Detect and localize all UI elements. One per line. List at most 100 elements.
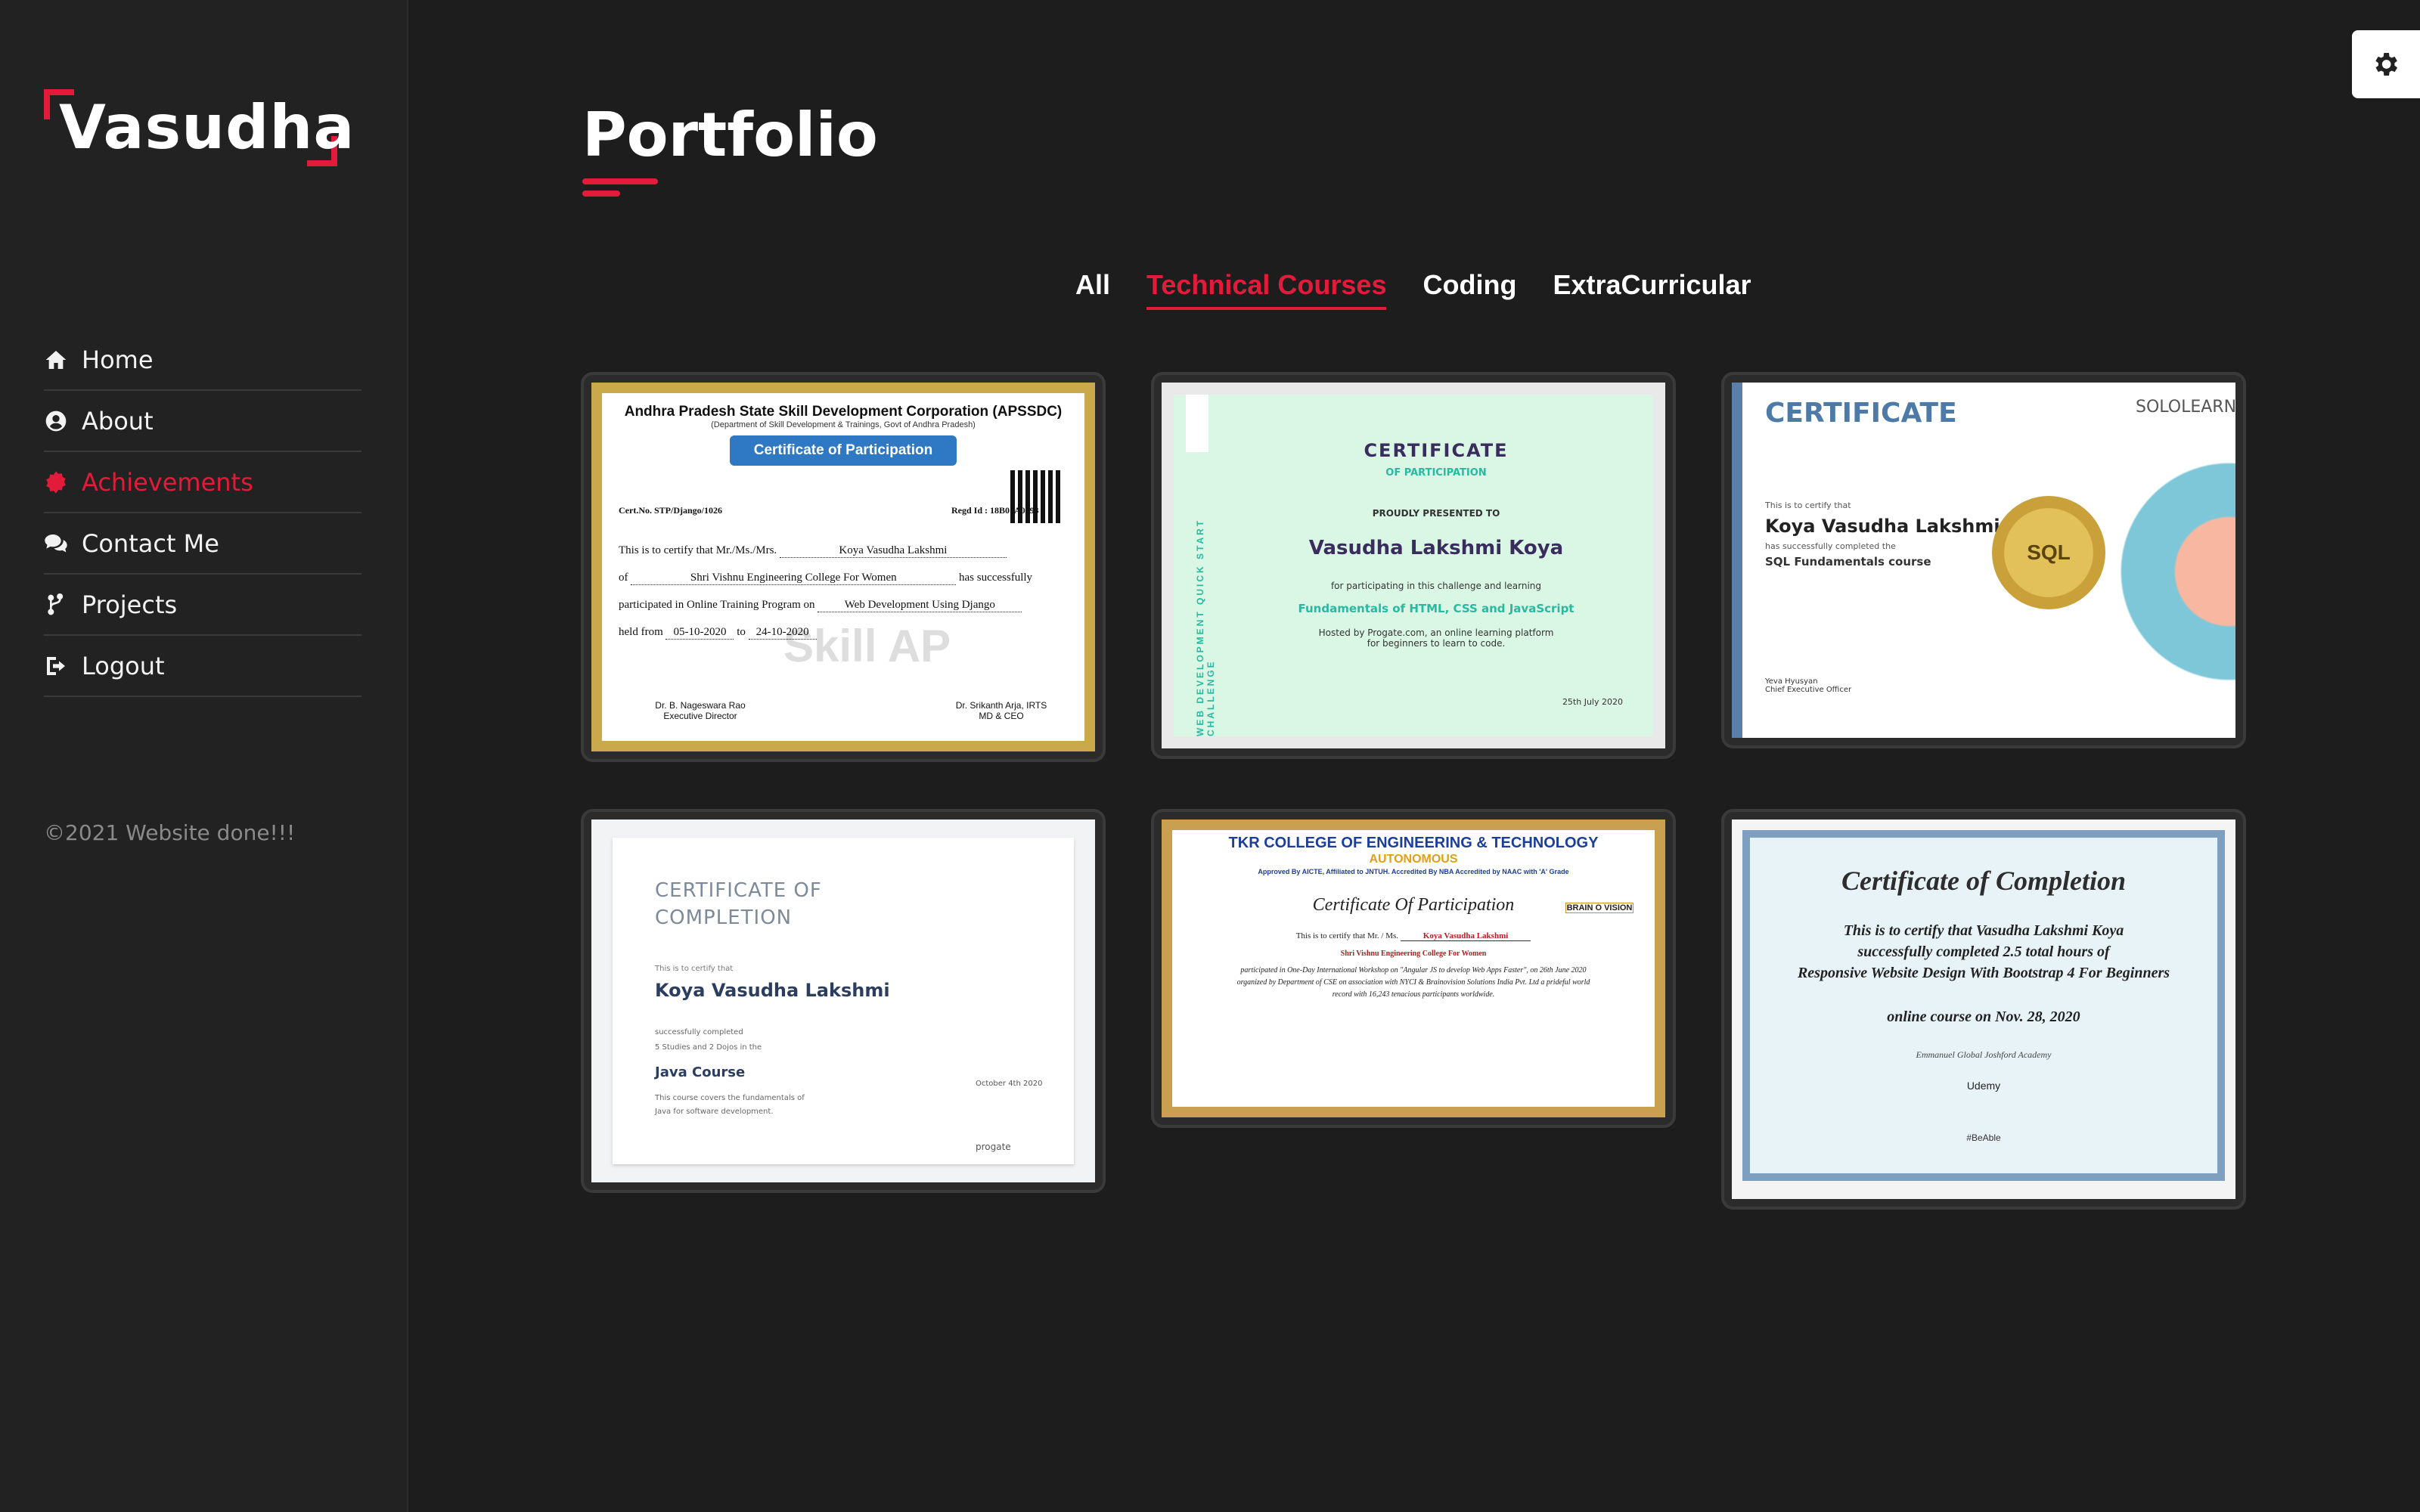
cert-date: 25th July 2020 [1562,697,1623,707]
nav-item-label: About [82,406,154,435]
cert-certify: This is to certify that Mr. / Ms. [1295,931,1399,940]
title-underline [582,178,658,184]
cert-course: Responsive Website Design With Bootstrap… [1797,965,2170,981]
portfolio-card[interactable]: CERTIFICATE SOLOLEARN This is to certify… [1721,372,2246,748]
cert-course: Fundamentals of HTML, CSS and JavaScript [1298,602,1575,615]
cert-signature-2: Dr. Srikanth Arja, IRTS MD & CEO [955,700,1047,721]
filter-technical-courses[interactable]: Technical Courses [1146,269,1387,310]
progate-logo-icon [1186,395,1208,452]
cert-line-1: This is to certify that Vasudha Lakshmi … [1843,922,2124,939]
cert-description: This course covers the fundamentals of J… [655,1094,805,1116]
cert-approved: Approved By AICTE, Affiliated to JNTUH. … [1258,868,1569,875]
udemy-logo-icon: Udemy [1966,1080,2001,1092]
sidebar-nav: Home About Achievements Contact Me Proje… [44,330,361,697]
cert-badge: #BeAble [1966,1132,2001,1143]
comments-icon [45,534,67,552]
cert-recipient-name: Vasudha Lakshmi Koya [1308,537,1564,559]
filter-all[interactable]: All [1075,269,1110,310]
certificate-udemy-bootstrap: Certificate of Completion This is to cer… [1732,820,2235,1199]
cert-hosted: Hosted by Progate.com, an online learnin… [1318,627,1554,649]
filter-coding[interactable]: Coding [1423,269,1516,310]
nav-item-projects[interactable]: Projects [44,575,361,636]
nav-item-logout[interactable]: Logout [44,636,361,697]
cert-line-prefix: of [619,572,628,584]
cert-date: October 4th 2020 [976,1080,1043,1088]
copyright-text: ©2021 Website done!!! [44,820,296,845]
sidebar: Vasudha Home About Achievements Contact … [0,0,408,1512]
cert-recipient-name: Koya Vasudha Lakshmi [779,544,1007,558]
code-branch-icon [48,593,64,615]
cert-date-to: 24-10-2020 [748,626,817,640]
cert-line-prefix: participated in Online Training Program … [619,599,815,611]
page-title: Portfolio [582,100,878,170]
certificate-apssdc: Andhra Pradesh State Skill Development C… [591,383,1095,751]
cert-autonomous: AUTONOMOUS [1369,853,1458,866]
cert-brand: progate [976,1142,1011,1152]
cert-line-3: online course on Nov. 28, 2020 [1887,1009,2080,1025]
cert-number: Cert.No. STP/Django/1026 [619,505,722,516]
certificate-progate-java: CERTIFICATE OF COMPLETION This is to cer… [591,820,1095,1182]
decorative-swirl [2113,435,2235,708]
cert-date-from: 05-10-2020 [666,626,734,640]
cert-completed: successfully completed 5 Studies and 2 D… [655,1028,762,1052]
cert-course: SQL Fundamentals course [1765,555,1931,569]
nav-item-label: Projects [82,590,178,619]
nav-item-label: Contact Me [82,528,219,558]
cert-brand: BRAIN O VISION [1565,903,1634,913]
portfolio-card[interactable]: TKR COLLEGE OF ENGINEERING & TECHNOLOGY … [1151,809,1676,1128]
cert-title: CERTIFICATE [1765,398,1957,429]
cert-line-2: successfully completed 2.5 total hours o… [1857,943,2110,960]
cert-certify: This is to certify that [1765,500,1851,510]
cert-title: Certificate of Participation [730,435,957,466]
sign-out-icon [47,656,65,675]
cert-title: CERTIFICATE [1364,440,1509,461]
home-icon [45,350,67,369]
nav-item-label: Achievements [82,467,253,497]
badge-icon [46,470,66,494]
nav-item-label: Home [82,345,154,374]
nav-item-contact[interactable]: Contact Me [44,513,361,575]
cert-from-college: Shri Vishnu Engineering College For Wome… [1340,950,1487,958]
nav-item-home[interactable]: Home [44,330,361,391]
cert-title: CERTIFICATE OF COMPLETION [655,879,822,929]
brand-name: Vasudha [59,92,355,163]
cert-signature-1: Dr. B. Nageswara Rao Executive Director [655,700,746,721]
cert-regd-id: Regd Id : 18B01A0593 [951,505,1039,516]
certificate-progate-html: WEB DEVELOPMENT QUICK START CHALLENGE CE… [1162,383,1665,748]
cert-to-word: to [737,626,746,638]
nav-item-achievements[interactable]: Achievements [44,452,361,513]
sql-seal-icon: SQL [1992,496,2105,609]
cert-college: Shri Vishnu Engineering College For Wome… [631,572,957,585]
cert-for: for participating in this challenge and … [1330,581,1542,591]
portfolio-card[interactable]: CERTIFICATE OF COMPLETION This is to cer… [581,809,1106,1193]
portfolio-filters: All Technical Courses Coding ExtraCurric… [1075,269,1751,310]
cert-brand: SOLOLEARN [2136,398,2235,417]
certificate-tkr: TKR COLLEGE OF ENGINEERING & TECHNOLOGY … [1162,820,1665,1117]
seal-label: SQL [2027,541,2071,564]
cert-recipient-name: Koya Vasudha Lakshmi [1400,931,1531,941]
cert-completed: has successfully completed the [1765,541,1896,551]
settings-button[interactable] [2352,30,2420,98]
portfolio-card[interactable]: WEB DEVELOPMENT QUICK START CHALLENGE CE… [1151,372,1676,759]
portfolio-card[interactable]: Certificate of Completion This is to cer… [1721,809,2246,1210]
cert-instructors: Emmanuel Global Joshford Academy [1916,1049,2052,1060]
cert-signer: Yeva Hyusyan Chief Executive Officer [1765,677,1852,694]
nav-item-about[interactable]: About [44,391,361,452]
cert-subtitle: OF PARTICIPATION [1385,467,1487,479]
cert-college: TKR COLLEGE OF ENGINEERING & TECHNOLOGY [1228,835,1599,851]
filter-extracurricular[interactable]: ExtraCurricular [1553,269,1751,310]
cert-body: participated in One-Day International Wo… [1236,966,1590,999]
cert-certify: This is to certify that [655,965,734,973]
portfolio-card[interactable]: Andhra Pradesh State Skill Development C… [581,372,1106,762]
cert-title: Certificate of Completion [1841,866,2126,896]
cert-line-prefix: This is to certify that Mr./Ms./Mrs. [619,544,777,556]
brand-logo[interactable]: Vasudha [44,89,354,166]
user-circle-icon [45,411,67,431]
title-underline-short [582,191,620,197]
cert-org: Andhra Pradesh State Skill Development C… [624,404,1063,420]
certificate-sololearn-sql: CERTIFICATE SOLOLEARN This is to certify… [1732,383,2235,738]
cert-line-prefix: held from [619,626,663,638]
cert-program: Web Development Using Django [818,599,1022,612]
cert-line-suffix: has successfully [959,572,1033,584]
cert-side-text: WEB DEVELOPMENT QUICK START CHALLENGE [1195,518,1216,736]
